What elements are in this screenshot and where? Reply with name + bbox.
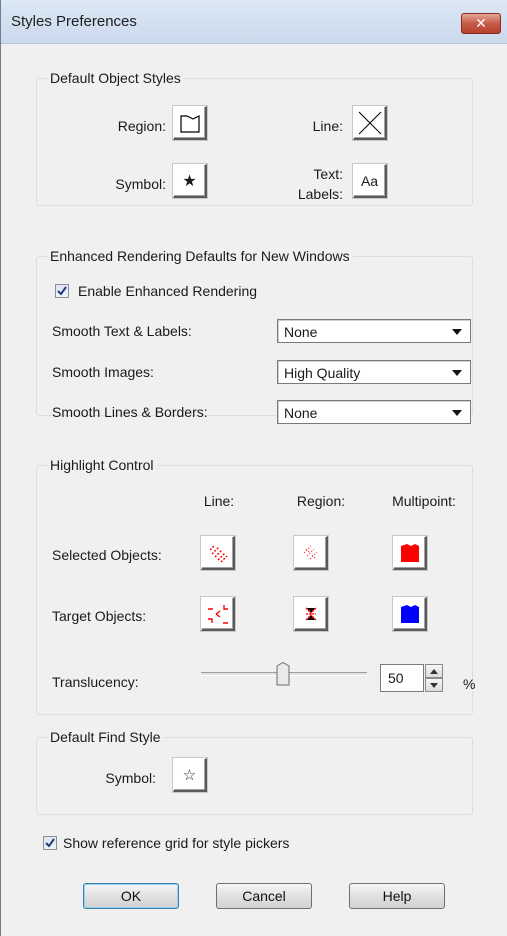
chevron-down-icon [452, 329, 462, 335]
smooth-lines-label: Smooth Lines & Borders: [52, 404, 208, 420]
col-line-header: Line: [203, 493, 235, 509]
find-symbol-style-button[interactable]: ☆ [173, 758, 207, 792]
text-labels-label-line2: Labels: [297, 186, 343, 202]
translucency-slider-thumb[interactable] [276, 662, 290, 686]
star-outline-icon: ☆ [182, 766, 197, 784]
smooth-text-dropdown[interactable]: None [277, 319, 471, 343]
region-style-button[interactable] [173, 106, 207, 140]
help-button[interactable]: Help [349, 883, 445, 909]
line-style-icon [358, 111, 381, 134]
selected-objects-label: Selected Objects: [52, 547, 162, 563]
default-find-style-legend: Default Find Style [47, 729, 164, 745]
target-region-style-button[interactable] [294, 597, 328, 631]
enable-enhanced-rendering-checkbox[interactable] [55, 284, 69, 298]
selected-multipoint-swatch-icon [400, 543, 419, 562]
text-style-button[interactable]: Aa [353, 164, 387, 198]
symbol-label: Symbol: [115, 176, 166, 192]
enable-enhanced-rendering-label[interactable]: Enable Enhanced Rendering [78, 283, 257, 299]
line-label: Line: [312, 118, 343, 134]
smooth-images-label: Smooth Images: [52, 364, 154, 380]
translucency-unit: % [463, 676, 476, 692]
text-style-icon: Aa [360, 172, 379, 189]
smooth-lines-value: None [284, 405, 318, 421]
default-object-styles-legend: Default Object Styles [47, 70, 184, 86]
col-multipoint-header: Multipoint: [392, 493, 456, 509]
chevron-down-icon [452, 410, 462, 416]
close-button[interactable]: ✕ [461, 13, 501, 34]
symbol-style-button[interactable]: ★ [173, 164, 207, 198]
styles-preferences-dialog: Styles Preferences ✕ Default Object Styl… [0, 0, 507, 936]
target-multipoint-swatch-icon [400, 604, 419, 623]
cancel-button[interactable]: Cancel [216, 883, 312, 909]
target-line-pattern-icon [207, 604, 228, 624]
selected-line-pattern-icon [209, 544, 227, 562]
spin-up-icon [430, 668, 438, 674]
translucency-spin-up[interactable] [425, 664, 443, 678]
col-region-header: Region: [296, 493, 346, 509]
target-objects-label: Target Objects: [52, 608, 147, 624]
selected-region-pattern-icon [303, 545, 317, 559]
text-labels-label: Text: Labels: [241, 164, 343, 204]
selected-region-style-button[interactable] [294, 536, 328, 570]
smooth-lines-dropdown[interactable]: None [277, 400, 471, 424]
find-symbol-label: Symbol: [105, 770, 156, 786]
target-region-pattern-icon [304, 606, 317, 621]
region-label: Region: [117, 118, 166, 134]
spin-down-icon [430, 682, 438, 688]
translucency-spin-down[interactable] [425, 678, 443, 692]
region-style-icon [179, 114, 200, 133]
translucency-input[interactable]: 50 [380, 664, 424, 692]
text-labels-label-line1: Text: [313, 166, 343, 182]
checkmark-icon [45, 838, 55, 848]
target-line-style-button[interactable] [201, 597, 235, 631]
star-symbol-icon: ★ [182, 172, 197, 190]
selected-multipoint-style-button[interactable] [393, 536, 427, 570]
target-multipoint-style-button[interactable] [393, 597, 427, 631]
smooth-images-value: High Quality [284, 365, 361, 381]
translucency-value: 50 [388, 670, 404, 686]
smooth-text-value: None [284, 324, 318, 340]
line-style-button[interactable] [353, 106, 387, 140]
show-reference-grid-checkbox[interactable] [43, 836, 57, 850]
selected-line-style-button[interactable] [201, 536, 235, 570]
highlight-control-legend: Highlight Control [47, 457, 157, 473]
show-reference-grid-label[interactable]: Show reference grid for style pickers [63, 835, 289, 851]
translucency-label: Translucency: [52, 674, 139, 690]
checkmark-icon [57, 286, 67, 296]
window-title: Styles Preferences [11, 13, 137, 30]
title-bar: Styles Preferences ✕ [1, 0, 507, 44]
smooth-text-label: Smooth Text & Labels: [52, 323, 192, 339]
enhanced-rendering-legend: Enhanced Rendering Defaults for New Wind… [47, 248, 353, 264]
close-icon: ✕ [475, 15, 487, 31]
ok-button[interactable]: OK [83, 883, 179, 909]
chevron-down-icon [452, 370, 462, 376]
smooth-images-dropdown[interactable]: High Quality [277, 360, 471, 384]
